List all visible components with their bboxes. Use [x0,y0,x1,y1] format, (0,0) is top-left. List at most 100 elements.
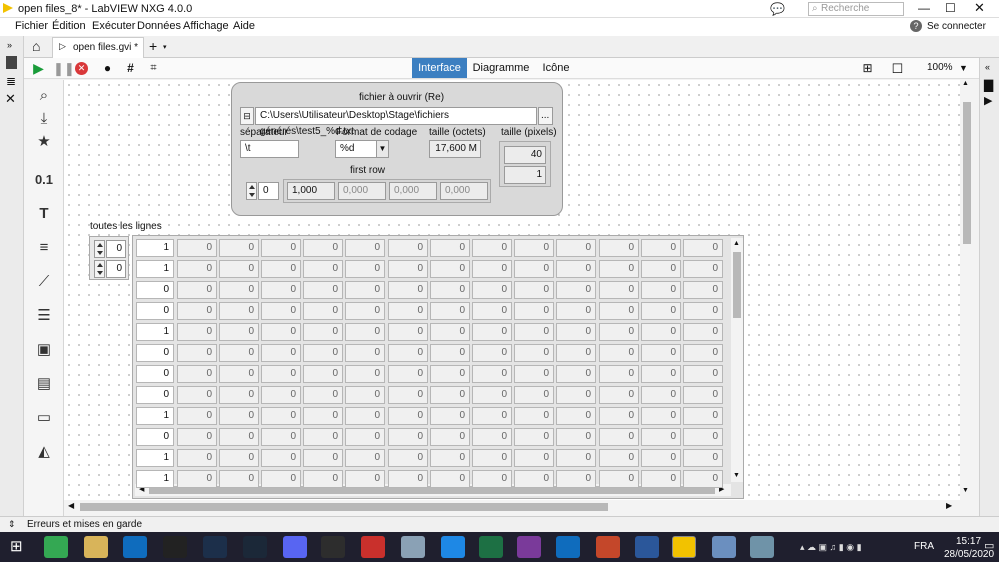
first-row-index-spinner[interactable] [246,182,257,200]
table-cell[interactable]: 0 [261,302,301,320]
table-cell[interactable]: 0 [514,344,554,362]
canvas-vertical-scrollbar[interactable]: ▲ ▼ [960,80,973,498]
windows-start-icon[interactable]: ⊞ [10,539,28,555]
table-cell[interactable]: 0 [136,428,174,446]
numeric-icon[interactable]: 0.1 [31,170,57,190]
table-cell[interactable]: 0 [472,407,512,425]
table-cell[interactable]: 0 [261,239,301,257]
table-cell[interactable]: 0 [641,428,681,446]
table-cell[interactable]: 0 [641,407,681,425]
table-cell[interactable]: 0 [345,323,385,341]
minimize-button[interactable]: — [918,1,930,15]
table-cell[interactable]: 0 [556,239,596,257]
tools-icon[interactable]: ✕ [5,91,16,107]
table-cell[interactable]: 0 [345,302,385,320]
table-cell[interactable]: 0 [177,323,217,341]
table-cell[interactable]: 0 [177,386,217,404]
row-index-input[interactable]: 0 [106,240,126,258]
probe-icon[interactable]: ● [100,61,115,76]
canvas-horizontal-scrollbar[interactable]: ◀ ▶ [64,500,960,514]
notifications-icon[interactable]: ▭ [984,539,996,553]
document-icon[interactable]: ▇ [984,78,993,92]
table-cell[interactable]: 0 [683,449,723,467]
row-index-spinner[interactable] [94,240,105,258]
table-cell[interactable]: 0 [472,281,512,299]
table-cell[interactable]: 0 [430,302,470,320]
table-cell[interactable]: 0 [261,407,301,425]
table-cell[interactable]: 0 [388,344,428,362]
table-cell[interactable]: 0 [430,344,470,362]
table-cell[interactable]: 0 [472,302,512,320]
league-icon[interactable] [203,536,227,558]
table-cell[interactable]: 0 [303,386,343,404]
table-cell[interactable]: 1 [136,470,174,488]
menu-donnees[interactable]: Données [137,20,181,32]
table-cell[interactable]: 0 [641,449,681,467]
tab-control-icon[interactable]: ▭ [34,408,54,428]
table-cell[interactable]: 0 [177,365,217,383]
decorations-icon[interactable]: ◭ [34,442,54,462]
table-cell[interactable]: 0 [556,260,596,278]
table-cell[interactable]: 0 [514,281,554,299]
scroll-down-icon[interactable]: ▼ [962,487,969,494]
discord-icon[interactable] [283,536,307,558]
search-box[interactable]: ⌕ Recherche [808,2,904,16]
table-cell[interactable]: 0 [599,470,639,488]
table-cell[interactable]: 0 [345,386,385,404]
table-cell[interactable]: 0 [345,281,385,299]
table-cell[interactable]: 0 [388,386,428,404]
table-cell[interactable]: 0 [514,239,554,257]
layers-icon[interactable]: ≣ [6,74,16,88]
clock-time[interactable]: 15:17 [956,536,981,547]
scroll-up-icon[interactable]: ▲ [733,240,740,247]
table-cell[interactable]: 0 [641,239,681,257]
table-cell[interactable]: 0 [219,344,259,362]
table-cell[interactable]: 0 [261,365,301,383]
tab-icone[interactable]: Icône [536,58,576,78]
first-row-index-input[interactable]: 0 [258,182,279,200]
favorites-icon[interactable]: ★ [34,132,54,152]
table-cell[interactable]: 0 [683,260,723,278]
table-cell[interactable]: 0 [177,260,217,278]
boolean-icon[interactable]: T [34,204,54,224]
pause-icon[interactable]: ❚❚ [53,61,75,76]
table-cell[interactable]: 0 [261,470,301,488]
table-cell[interactable]: 0 [599,407,639,425]
table-cell[interactable]: 0 [303,428,343,446]
table-cell[interactable]: 0 [514,407,554,425]
table-cell[interactable]: 0 [472,344,512,362]
home-icon[interactable]: ⌂ [32,38,40,54]
table-cell[interactable]: 0 [177,281,217,299]
table-cell[interactable]: 0 [430,365,470,383]
container-icon[interactable]: ▤ [34,374,54,394]
table-cell[interactable]: 0 [219,260,259,278]
table-cell[interactable]: 0 [430,428,470,446]
hash-icon[interactable]: # [123,61,138,76]
table-cell[interactable]: 0 [136,344,174,362]
table-cell[interactable]: 0 [599,386,639,404]
scroll-down-icon[interactable]: ▼ [733,472,740,479]
table-cell[interactable]: 0 [641,323,681,341]
table-cell[interactable]: 0 [388,239,428,257]
table-cell[interactable]: 0 [303,281,343,299]
table-cell[interactable]: 0 [683,470,723,488]
table-cell[interactable]: 1 [136,239,174,257]
table-cell[interactable]: 0 [345,449,385,467]
table-cell[interactable]: 0 [472,470,512,488]
collapse-icon[interactable]: « [985,62,990,72]
abort-icon[interactable]: ✕ [75,62,88,75]
photos-icon[interactable] [712,536,736,558]
chevron-down-icon[interactable]: ▼ [376,140,389,158]
table-cell[interactable]: 0 [303,260,343,278]
table-cell[interactable]: 0 [641,344,681,362]
file-icon[interactable] [6,56,17,69]
table-cell[interactable]: 0 [219,302,259,320]
separator-input[interactable]: \t [240,140,299,158]
solidworks-icon[interactable] [361,536,385,558]
table-cell[interactable]: 0 [556,302,596,320]
menu-affichage[interactable]: Affichage [183,20,229,32]
table-cell[interactable]: 0 [303,302,343,320]
system-tray-icons[interactable]: ▴ ☁ ▣ ♫ ▮ ◉ ▮ [800,542,910,554]
table-cell[interactable]: 0 [430,470,470,488]
table-cell[interactable]: 0 [177,449,217,467]
